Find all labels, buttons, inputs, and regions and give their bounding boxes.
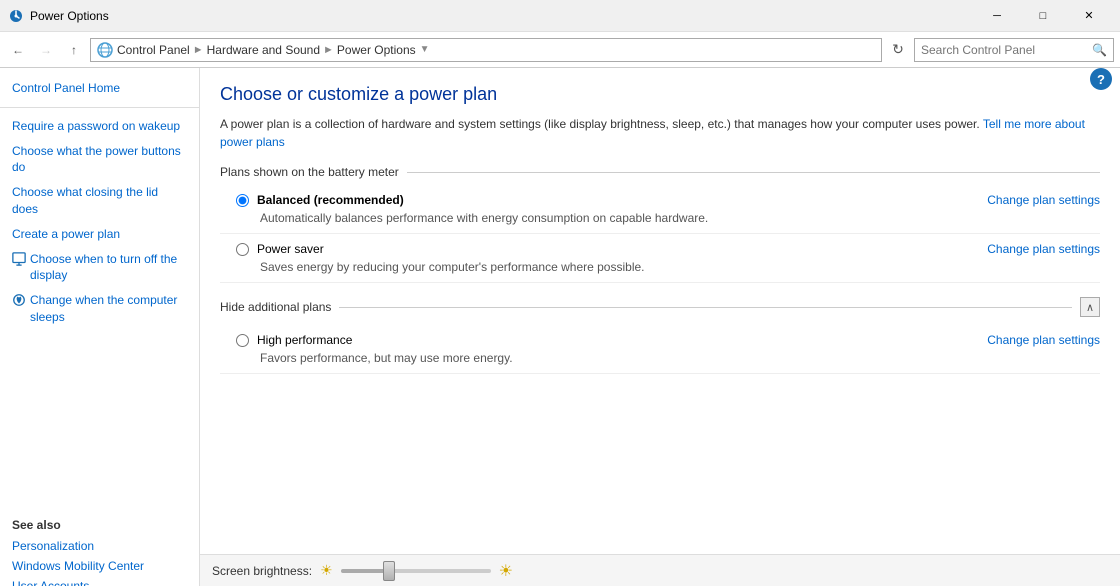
- sidebar-item-control-panel-home[interactable]: Control Panel Home: [0, 76, 199, 101]
- page-title: Choose or customize a power plan: [220, 84, 1100, 105]
- sleep-icon: [12, 293, 26, 312]
- brightness-label: Screen brightness:: [212, 564, 312, 578]
- hide-additional-plans-row: Hide additional plans ∧: [220, 297, 1100, 317]
- main-container: Control Panel Home Require a password on…: [0, 68, 1120, 586]
- path-hardware-sound[interactable]: Hardware and Sound: [207, 43, 320, 57]
- brightness-low-icon: ☀: [320, 562, 333, 579]
- brightness-thumb[interactable]: [383, 561, 395, 581]
- help-button[interactable]: ?: [1090, 68, 1112, 90]
- plan-balanced-name: Balanced (recommended): [257, 193, 404, 207]
- search-icon: 🔍: [1092, 43, 1107, 57]
- sidebar-item-computer-sleeps[interactable]: Change when the computer sleeps: [0, 288, 199, 330]
- plan-balanced: Balanced (recommended) Change plan setti…: [220, 185, 1100, 234]
- window-title: Power Options: [30, 9, 974, 23]
- search-box: 🔍: [914, 38, 1114, 62]
- plan-high-performance-label[interactable]: High performance: [236, 333, 352, 347]
- path-control-panel[interactable]: Control Panel: [117, 43, 190, 57]
- back-button[interactable]: ←: [6, 38, 30, 62]
- content-description: A power plan is a collection of hardware…: [220, 115, 1100, 151]
- minimize-button[interactable]: ─: [974, 0, 1020, 32]
- plan-balanced-label[interactable]: Balanced (recommended): [236, 193, 404, 207]
- plan-power-saver-desc: Saves energy by reducing your computer's…: [260, 260, 1100, 274]
- plan-high-performance-header: High performance Change plan settings: [236, 333, 1100, 347]
- sidebar-item-require-password[interactable]: Require a password on wakeup: [0, 114, 199, 139]
- path-chevron[interactable]: ▼: [420, 44, 430, 55]
- forward-button[interactable]: →: [34, 38, 58, 62]
- sidebar-see-also-mobility[interactable]: Windows Mobility Center: [0, 556, 199, 576]
- content-area: Choose or customize a power plan A power…: [200, 68, 1120, 586]
- plan-power-saver-name: Power saver: [257, 242, 324, 256]
- sidebar-label: Choose what closing the lid does: [12, 184, 187, 218]
- close-button[interactable]: ✕: [1066, 0, 1112, 32]
- sidebar-label: Create a power plan: [12, 226, 120, 243]
- sidebar-label: Choose when to turn off the display: [30, 251, 187, 285]
- hide-plans-label: Hide additional plans: [220, 300, 331, 314]
- search-input[interactable]: [921, 43, 1092, 57]
- window-controls: ─ □ ✕: [974, 0, 1112, 32]
- plan-power-saver-radio[interactable]: [236, 243, 249, 256]
- sidebar: Control Panel Home Require a password on…: [0, 68, 200, 586]
- sidebar-item-closing-lid[interactable]: Choose what closing the lid does: [0, 180, 199, 222]
- plan-power-saver-header: Power saver Change plan settings: [236, 242, 1100, 256]
- sidebar-label: Control Panel Home: [12, 80, 120, 97]
- sidebar-item-turn-off-display[interactable]: Choose when to turn off the display: [0, 247, 199, 289]
- path-power-options[interactable]: Power Options: [337, 43, 416, 57]
- change-plan-power-saver-link[interactable]: Change plan settings: [987, 242, 1100, 256]
- plan-balanced-header: Balanced (recommended) Change plan setti…: [236, 193, 1100, 207]
- address-path: Control Panel ► Hardware and Sound ► Pow…: [90, 38, 882, 62]
- brightness-high-icon: ☀: [499, 561, 513, 581]
- brightness-slider[interactable]: [341, 569, 491, 573]
- display-icon: [12, 252, 26, 271]
- sidebar-item-power-buttons[interactable]: Choose what the power buttons do: [0, 139, 199, 181]
- sidebar-see-also-personalization[interactable]: Personalization: [0, 536, 199, 556]
- maximize-button[interactable]: □: [1020, 0, 1066, 32]
- sidebar-label: Change when the computer sleeps: [30, 292, 187, 326]
- brightness-bar: Screen brightness: ☀ ☀: [200, 554, 1120, 586]
- refresh-button[interactable]: ↻: [886, 38, 910, 62]
- change-plan-balanced-link[interactable]: Change plan settings: [987, 193, 1100, 207]
- app-icon: [8, 8, 24, 24]
- change-plan-high-performance-link[interactable]: Change plan settings: [987, 333, 1100, 347]
- plan-power-saver: Power saver Change plan settings Saves e…: [220, 234, 1100, 283]
- plan-high-performance-radio[interactable]: [236, 334, 249, 347]
- sidebar-item-create-plan[interactable]: Create a power plan: [0, 222, 199, 247]
- address-bar: ← → ↑ Control Panel ► Hardware and Sound…: [0, 32, 1120, 68]
- sidebar-label: Choose what the power buttons do: [12, 143, 187, 177]
- plans-label: Plans shown on the battery meter: [220, 165, 1100, 179]
- plan-high-performance-desc: Favors performance, but may use more ene…: [260, 351, 1100, 365]
- hide-plans-divider: [339, 307, 1072, 308]
- sidebar-divider: [0, 107, 199, 108]
- sidebar-label: Require a password on wakeup: [12, 118, 180, 135]
- up-button[interactable]: ↑: [62, 38, 86, 62]
- see-also-heading: See also: [0, 510, 199, 536]
- plan-high-performance: High performance Change plan settings Fa…: [220, 325, 1100, 374]
- hide-plans-chevron[interactable]: ∧: [1080, 297, 1100, 317]
- title-bar: Power Options ─ □ ✕: [0, 0, 1120, 32]
- plan-power-saver-label[interactable]: Power saver: [236, 242, 324, 256]
- sidebar-see-also-user-accounts[interactable]: User Accounts: [0, 576, 199, 586]
- plan-high-performance-name: High performance: [257, 333, 352, 347]
- see-also-section: See also Personalization Windows Mobilit…: [0, 510, 199, 586]
- plan-balanced-desc: Automatically balances performance with …: [260, 211, 1100, 225]
- plan-balanced-radio[interactable]: [236, 194, 249, 207]
